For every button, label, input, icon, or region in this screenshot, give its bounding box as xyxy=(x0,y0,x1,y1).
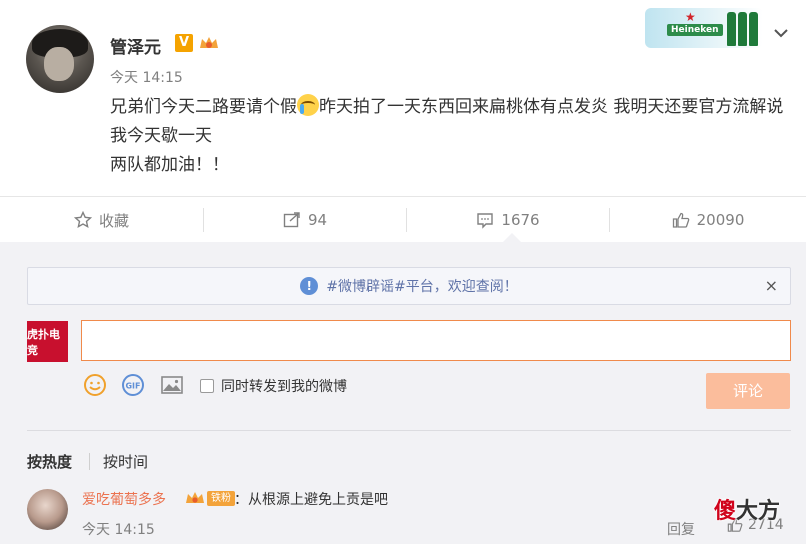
watermark-text: 大方 xyxy=(736,499,781,524)
bottle-icon xyxy=(738,12,747,46)
info-icon: ! xyxy=(300,277,319,295)
image-icon[interactable] xyxy=(160,373,184,397)
commenter-name[interactable]: 爱吃葡萄多多 xyxy=(82,489,166,509)
comment-section: ! #微博辟谣#平台，欢迎查阅！ × 虎扑电竞 GIF 同时转发到我的微博 评论… xyxy=(0,242,806,544)
divider xyxy=(27,430,791,431)
repost-checkbox-option[interactable]: 同时转发到我的微博 xyxy=(200,376,347,396)
emoji-icon[interactable] xyxy=(83,373,107,397)
notice-text[interactable]: #微博辟谣#平台，欢迎查阅！ xyxy=(326,276,517,296)
svg-text:GIF: GIF xyxy=(125,382,140,391)
bottle-icon xyxy=(727,12,736,46)
star-outline-icon xyxy=(73,211,92,228)
commenter-avatar[interactable] xyxy=(27,489,68,530)
post-time[interactable]: 今天 14:15 xyxy=(110,67,183,87)
post-text-line3: 两队都加油！！ xyxy=(110,155,229,175)
comment-bubble-icon xyxy=(477,213,494,229)
favorite-button[interactable]: 收藏 xyxy=(0,197,203,243)
weibo-post: 管泽元 V 今天 14:15 兄弟们今天二路要请个假 昨天拍了一天东西回来扁桃体有… xyxy=(0,0,806,242)
verified-badge: V xyxy=(175,34,193,52)
rumor-notice-bar[interactable]: ! #微博辟谣#平台，欢迎查阅！ × xyxy=(27,267,791,305)
comment-item: 爱吃葡萄多多 铁粉 ：从根源上避免上贡是吧 今天 14:15 回复 2714 xyxy=(27,489,791,544)
fans-badge: 铁粉 xyxy=(207,491,235,506)
post-text: 兄弟们今天二路要请个假 昨天拍了一天东西回来扁桃体有点发炎 我明天还要官方流解说我… xyxy=(110,93,790,180)
comment-count: 1676 xyxy=(501,211,540,229)
comment-pointer-arrow xyxy=(503,233,521,242)
heineken-ad-banner[interactable]: ★ Heineken xyxy=(645,8,763,48)
comment-input[interactable] xyxy=(81,320,791,361)
sort-by-hot-tab[interactable]: 按热度 xyxy=(27,451,72,472)
divider xyxy=(89,453,90,470)
like-count: 20090 xyxy=(696,211,745,229)
comment-text: ：从根源上避免上贡是吧 xyxy=(234,492,388,508)
reply-link[interactable]: 回复 xyxy=(667,519,695,539)
action-bar: 收藏 94 1676 20090 xyxy=(0,196,806,242)
like-button[interactable]: 20090 xyxy=(610,197,806,243)
red-star-icon: ★ xyxy=(685,10,696,24)
gif-icon[interactable]: GIF xyxy=(121,373,145,397)
author-avatar[interactable] xyxy=(26,25,94,93)
thumbs-up-icon xyxy=(672,212,689,228)
ad-brand-label: Heineken xyxy=(667,24,723,36)
repost-checkbox[interactable] xyxy=(200,379,214,393)
vip-crown-icon xyxy=(186,492,204,503)
share-icon xyxy=(283,212,300,228)
favorite-label: 收藏 xyxy=(98,211,129,230)
watermark: 傻大方 xyxy=(714,493,780,525)
comment-time: 今天 14:15 xyxy=(82,522,155,538)
repost-checkbox-label: 同时转发到我的微博 xyxy=(221,379,347,395)
vip-crown-icon xyxy=(200,37,218,48)
close-icon[interactable]: × xyxy=(765,276,778,295)
repost-button[interactable]: 94 xyxy=(204,197,406,243)
sort-by-time-tab[interactable]: 按时间 xyxy=(103,451,148,472)
bottle-icon xyxy=(749,12,758,46)
submit-comment-button[interactable]: 评论 xyxy=(706,373,790,409)
post-text-line1: 兄弟们今天二路要请个假 xyxy=(110,97,297,117)
repost-count: 94 xyxy=(307,211,328,229)
author-name[interactable]: 管泽元 xyxy=(110,33,161,58)
crying-emoji-icon xyxy=(297,94,319,116)
watermark-char: 傻 xyxy=(714,499,737,524)
current-user-avatar: 虎扑电竞 xyxy=(27,321,68,362)
chevron-down-icon[interactable] xyxy=(772,24,790,42)
